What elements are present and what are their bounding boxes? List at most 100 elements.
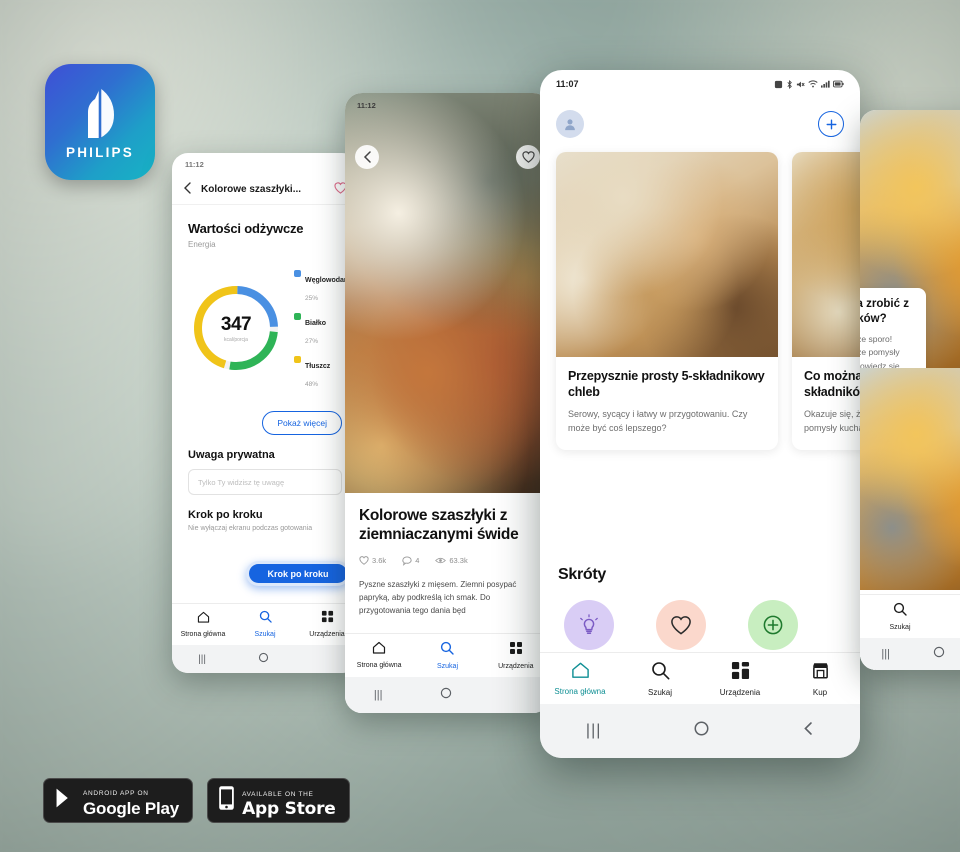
ingredients-photo	[792, 152, 860, 357]
fries-secondary-photo	[860, 368, 960, 590]
tab-devices[interactable]: Urządzenia	[700, 661, 780, 704]
show-more-button[interactable]: Pokaż więcej	[262, 411, 342, 435]
wifi-icon	[808, 80, 818, 88]
tab-label: Urządzenia	[498, 663, 534, 670]
show-more-row: Pokaż więcej	[188, 411, 342, 435]
tab-home[interactable]: Strona główna	[540, 661, 620, 704]
status-bar: 11:12	[345, 93, 550, 117]
nutrition-body: Wartości odżywcze Energia 347 kcal/porcj…	[172, 205, 358, 603]
tab-search[interactable]: Szukaj	[413, 641, 481, 677]
home-circle-icon[interactable]	[933, 645, 945, 663]
home-circle-icon[interactable]	[258, 650, 269, 668]
chevron-left-icon	[363, 151, 371, 163]
badge-subtitle: Available on the	[242, 790, 314, 798]
legend-item: Tłuszcz 48%	[294, 355, 352, 391]
step-by-step-button[interactable]: Krok po kroku	[246, 561, 350, 586]
back-icon[interactable]	[802, 721, 814, 741]
heart-outline-icon	[359, 556, 369, 566]
tab-label: Kup	[812, 688, 828, 697]
bottom-tab-bar: Strona główna Szukaj Urządzenia	[345, 633, 550, 677]
back-chevron-left-icon[interactable]	[183, 181, 192, 199]
legend-item: Węglowodany 25%	[294, 269, 352, 305]
bread-rolls-photo	[556, 152, 778, 357]
legend-item: Białko 27%	[294, 312, 352, 348]
apple-iphone-icon	[218, 785, 235, 816]
tab-search[interactable]: Szukaj	[620, 661, 700, 704]
status-clock: 11:12	[357, 100, 376, 110]
calorie-value: 347	[220, 313, 252, 335]
legend-percent: 25%	[305, 295, 319, 302]
badge-subtitle: ANDROID APP ON	[83, 790, 149, 797]
user-avatar[interactable]	[556, 110, 584, 138]
private-note-title: Uwaga prywatna	[188, 449, 275, 461]
back-button[interactable]	[355, 145, 379, 169]
tab-label: Strona główna	[356, 662, 402, 669]
status-bar: 11:12	[172, 153, 358, 175]
steps-title: Krok po kroku	[188, 509, 263, 521]
tab-search[interactable]: Szukaj	[860, 602, 940, 638]
home-circle-icon[interactable]	[693, 720, 710, 742]
recipe-card[interactable]: Co można zrobić z 5 składników? Okazuje …	[792, 152, 860, 450]
nutrition-legend: Węglowodany 25% Białko 27% Tłuszcz 48%	[294, 265, 352, 391]
google-play-badge[interactable]: ANDROID APP ON Google Play	[43, 778, 194, 823]
badge-title: Google Play	[83, 799, 180, 818]
nutrition-donut-chart: 347 kcal/porcja Węglowodany 25% Białko 2…	[188, 265, 352, 391]
legend-percent: 27%	[305, 338, 319, 345]
shortcut-bubble	[564, 600, 614, 650]
stat-value: 63.3k	[449, 556, 468, 566]
philips-app-icon[interactable]: PHILIPS	[45, 64, 155, 180]
android-navigation-bar: |||	[172, 645, 358, 673]
section-subtitle: Energia	[188, 240, 216, 249]
home-icon	[372, 641, 386, 659]
recipe-card[interactable]: Przepysznie prosty 5-składnikowy chleb S…	[556, 152, 778, 450]
philips-shield-icon	[74, 85, 126, 141]
recents-icon[interactable]: |||	[198, 654, 206, 665]
grid-icon	[509, 641, 523, 660]
grid-icon	[731, 661, 750, 685]
tab-home[interactable]: Strona główna	[172, 610, 234, 645]
home-circle-icon[interactable]	[440, 686, 452, 704]
tab-label: Urządzenia	[719, 688, 761, 697]
status-clock: 11:12	[185, 159, 204, 169]
alarm-icon	[774, 80, 783, 88]
tab-search[interactable]: Szukaj	[234, 610, 296, 645]
stat-likes: 3.6k	[359, 556, 386, 565]
shortcut-bubble	[748, 600, 798, 650]
tab-label: Szukaj	[436, 663, 458, 670]
phone-home-screen: 11:07 Przepysznie prosty 5-składnikowy c…	[540, 70, 860, 758]
bottom-tab-bar: Szukaj Urządzenia	[860, 594, 960, 638]
signal-icon	[821, 80, 830, 88]
card-title: Co można zrobić z 5 składników?	[804, 369, 860, 399]
favorite-button[interactable]	[516, 145, 540, 169]
add-button[interactable]	[818, 111, 844, 137]
phone-nutrition-screen: 11:12 Kolorowe szaszłyki... Wartości odż…	[172, 153, 358, 673]
plus-circle-icon	[826, 119, 836, 129]
legend-swatch-carbs	[294, 270, 301, 277]
shortcut-bubble	[656, 600, 706, 650]
card-title: Przepysznie prosty 5-składnikowy chleb	[568, 369, 765, 399]
recents-icon[interactable]: |||	[586, 722, 601, 740]
steps-hint: Nie wyłączaj ekranu podczas gotowania	[188, 525, 313, 532]
tab-home[interactable]: Strona główna	[345, 641, 413, 677]
recents-icon[interactable]: |||	[881, 648, 890, 660]
private-note-input[interactable]: Tylko Ty widzisz tę uwagę	[188, 469, 342, 495]
legend-swatch-protein	[294, 313, 301, 320]
shop-icon	[811, 661, 830, 685]
heart-outline-icon	[671, 616, 691, 635]
stat-value: 3.6k	[372, 556, 387, 566]
search-icon	[259, 610, 272, 628]
home-icon	[197, 610, 210, 628]
recipe-carousel[interactable]: Przepysznie prosty 5-składnikowy chleb S…	[540, 152, 860, 552]
tab-devices[interactable]: Urządzenia	[940, 602, 960, 638]
calorie-unit: kcal/porcja	[224, 336, 248, 343]
comment-icon	[402, 556, 412, 566]
search-icon	[651, 661, 670, 685]
app-store-badge[interactable]: Available on the App Store	[207, 778, 350, 823]
tab-label: Urządzenia	[309, 631, 345, 638]
recents-icon[interactable]: |||	[374, 689, 383, 701]
app-header: Kolorowe szaszłyki...	[172, 175, 358, 205]
android-navigation-bar: |||	[540, 704, 860, 758]
tab-shop[interactable]: Kup	[780, 661, 860, 704]
user-avatar-icon	[565, 119, 575, 131]
tab-label: Szukaj	[889, 624, 911, 631]
